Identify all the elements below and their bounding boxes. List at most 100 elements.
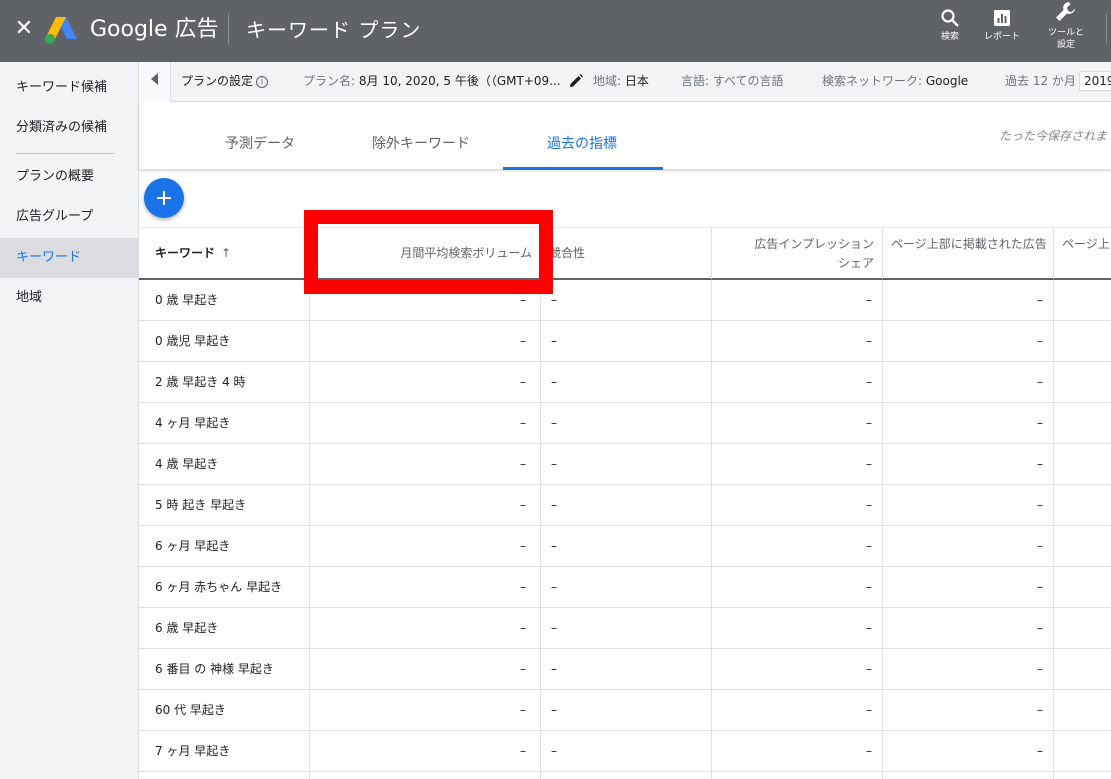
- volume-cell: –: [310, 731, 541, 771]
- overflow-cell: [1054, 567, 1111, 607]
- region-value: 日本: [624, 74, 649, 88]
- plan-name-label: プラン名:: [303, 74, 356, 88]
- competition-cell: –: [541, 690, 712, 730]
- language-setting[interactable]: 言語: すべての言語: [681, 72, 784, 90]
- header-divider: [228, 14, 229, 44]
- table-row[interactable]: 7 ヶ月 早起き – – – –: [139, 731, 1111, 772]
- sort-ascending-icon[interactable]: ↑: [221, 244, 231, 263]
- column-header-impression-share-line2: シェア: [837, 256, 874, 270]
- column-header-impression-share-line1: 広告インプレッション: [754, 237, 874, 251]
- competition-cell: –: [541, 485, 712, 525]
- add-keyword-button[interactable]: [144, 178, 184, 218]
- table-row[interactable]: 6 ヶ月 早起き – – – –: [139, 526, 1111, 567]
- table-row[interactable]: 6 歳 早起き – – – –: [139, 608, 1111, 649]
- plan-settings-label[interactable]: プランの設定 i: [181, 72, 269, 90]
- column-header-competition[interactable]: 競合性: [541, 228, 712, 279]
- sidebar-item-grouped-ideas[interactable]: 分類済みの候補: [0, 108, 139, 148]
- column-header-keyword[interactable]: キーワード ↑: [139, 228, 310, 279]
- volume-cell: –: [310, 567, 541, 607]
- column-header-monthly-volume[interactable]: 月間平均検索ボリューム: [310, 228, 541, 279]
- plan-name-setting[interactable]: プラン名: 8月 10, 2020, 5 午後（（GMT+09...: [303, 72, 561, 90]
- brand-name: Google 広告: [90, 17, 219, 42]
- table-row[interactable]: 4 ヶ月 早起き – – – –: [139, 403, 1111, 444]
- tools-label-line1: ツールと: [1047, 28, 1084, 38]
- search-button[interactable]: 検索: [932, 8, 968, 43]
- keyword-cell: 4 ヶ月 早起き: [139, 403, 310, 443]
- keyword-cell: 6 番目 の 神様 早起き: [139, 649, 310, 689]
- top-of-page-cell: –: [883, 567, 1054, 607]
- overflow-cell: [1054, 526, 1111, 566]
- main-content: 予測データ 除外キーワード 過去の指標 たった今保存されま キーワード ↑ 月間平…: [139, 103, 1111, 779]
- report-button[interactable]: レポート: [978, 8, 1026, 43]
- language-label: 言語:: [681, 74, 710, 88]
- table-row[interactable]: 0 歳 早起き – – – –: [139, 280, 1111, 321]
- top-of-page-cell: –: [883, 608, 1054, 648]
- table-body: 0 歳 早起き – – – – 0 歳児 早起き – – – – 2 歳 早起き…: [139, 280, 1111, 779]
- volume-cell: –: [310, 608, 541, 648]
- competition-cell: [541, 772, 712, 779]
- date-range-selector[interactable]: 2019: [1079, 71, 1111, 91]
- tools-settings-button[interactable]: ツールと 設定: [1040, 0, 1092, 51]
- table-row[interactable]: 6 番目 の 神様 早起き – – – –: [139, 649, 1111, 690]
- table-row[interactable]: 6 ヶ月 赤ちゃん 早起き – – – –: [139, 567, 1111, 608]
- edit-pencil-icon[interactable]: [569, 74, 583, 88]
- sidebar-divider: [16, 153, 115, 154]
- column-header-impression-share[interactable]: 広告インプレッション シェア: [712, 228, 883, 279]
- plan-settings-bar: プランの設定 i プラン名: 8月 10, 2020, 5 午後（（GMT+09.…: [139, 62, 1111, 102]
- impression-share-cell: –: [712, 485, 883, 525]
- overflow-cell: [1054, 485, 1111, 525]
- overflow-cell: [1054, 772, 1111, 779]
- table-row[interactable]: 4 歳 早起き – – – –: [139, 444, 1111, 485]
- competition-cell: –: [541, 649, 712, 689]
- header-divider-right: [1106, 14, 1107, 44]
- tab-forecast[interactable]: 予測データ: [225, 134, 295, 154]
- keywords-table: キーワード ↑ 月間平均検索ボリューム 競合性 広告インプレッション シェア ペー…: [139, 227, 1111, 779]
- table-row[interactable]: 5 時 起き 早起き – – – –: [139, 485, 1111, 526]
- tab-negative-keywords[interactable]: 除外キーワード: [372, 134, 470, 154]
- info-icon[interactable]: i: [256, 75, 269, 88]
- keyword-cell: 4 歳 早起き: [139, 444, 310, 484]
- competition-cell: –: [541, 731, 712, 771]
- table-row[interactable]: [139, 772, 1111, 779]
- period-label: 過去 12 か月: [1005, 74, 1076, 88]
- sidebar-item-ad-groups[interactable]: 広告グループ: [0, 197, 139, 237]
- top-of-page-cell: –: [883, 321, 1054, 361]
- overflow-cell: [1054, 280, 1111, 320]
- sidebar-item-plan-overview[interactable]: プランの概要: [0, 157, 139, 197]
- close-icon[interactable]: ✕: [12, 17, 36, 41]
- top-of-page-cell: –: [883, 690, 1054, 730]
- collapse-sidebar-button[interactable]: [139, 62, 171, 102]
- impression-share-cell: –: [712, 280, 883, 320]
- top-of-page-cell: –: [883, 731, 1054, 771]
- sidebar-item-keywords[interactable]: キーワード: [0, 238, 139, 278]
- volume-cell: –: [310, 403, 541, 443]
- table-row[interactable]: 0 歳児 早起き – – – –: [139, 321, 1111, 362]
- impression-share-cell: [712, 772, 883, 779]
- top-of-page-cell: –: [883, 649, 1054, 689]
- impression-share-cell: –: [712, 526, 883, 566]
- table-header: キーワード ↑ 月間平均検索ボリューム 競合性 広告インプレッション シェア ペー…: [139, 227, 1111, 280]
- report-label: レポート: [983, 32, 1020, 42]
- volume-cell: –: [310, 485, 541, 525]
- tabs-bar: 予測データ 除外キーワード 過去の指標 たった今保存されま: [139, 103, 1111, 170]
- plan-name-value: 8月 10, 2020, 5 午後（（GMT+09...: [358, 74, 561, 88]
- table-row[interactable]: 60 代 早起き – – – –: [139, 690, 1111, 731]
- network-setting[interactable]: 検索ネットワーク: Google: [822, 72, 968, 90]
- table-row[interactable]: 2 歳 早起き 4 時 – – – –: [139, 362, 1111, 403]
- overflow-cell: [1054, 403, 1111, 443]
- column-header-top-of-page[interactable]: ページ上部に掲載された広告: [883, 228, 1054, 279]
- overflow-cell: [1054, 362, 1111, 402]
- impression-share-cell: –: [712, 362, 883, 402]
- impression-share-cell: –: [712, 690, 883, 730]
- impression-share-cell: –: [712, 608, 883, 648]
- sidebar: キーワード候補 分類済みの候補 プランの概要 広告グループ キーワード 地域: [0, 62, 139, 779]
- column-header-top-of-page-cut[interactable]: ページ上: [1054, 228, 1111, 279]
- region-setting[interactable]: 地域: 日本: [593, 72, 649, 90]
- keyword-cell: 0 歳児 早起き: [139, 321, 310, 361]
- volume-cell: –: [310, 321, 541, 361]
- top-of-page-cell: –: [883, 526, 1054, 566]
- tab-historical-metrics[interactable]: 過去の指標: [547, 134, 617, 154]
- sidebar-item-locations[interactable]: 地域: [0, 278, 139, 318]
- sidebar-item-keyword-ideas[interactable]: キーワード候補: [0, 68, 139, 108]
- search-label: 検索: [940, 32, 959, 42]
